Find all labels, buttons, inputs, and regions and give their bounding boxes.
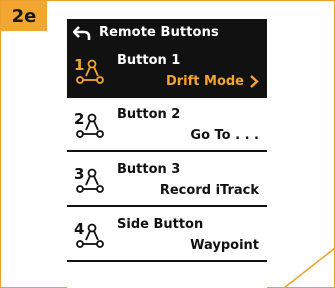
menu-item-button-3[interactable]: 3 Button 3 Record iTrack [67, 155, 267, 207]
chevron-right-icon [250, 75, 259, 88]
row-divider [67, 205, 267, 207]
button-assignment: Go To . . . [190, 128, 259, 143]
button-assignment-label: Drift Mode [165, 74, 244, 89]
button-assignment: Waypoint [190, 238, 259, 253]
button-assignment: Drift Mode [166, 74, 259, 89]
back-arrow-icon[interactable] [73, 25, 91, 41]
remote-button-glyph [76, 59, 104, 84]
menu-item-side-button[interactable]: 4 Side Button Waypoint [67, 210, 267, 262]
menu-item-button-1[interactable]: 1 Button 1 Drift Mode [67, 46, 267, 98]
row-divider [67, 260, 267, 262]
button-name: Side Button [117, 217, 204, 232]
remote-button-icon: 4 [74, 220, 106, 254]
remote-button-icon: 1 [74, 56, 106, 90]
button-assignment: Record iTrack [159, 183, 259, 198]
menu-item-button-2[interactable]: 2 Button 2 Go To . . . [67, 100, 267, 152]
remote-buttons-menu: Remote Buttons 1 Button 1 Drift Mode 2 B… [67, 19, 267, 288]
step-tag: 2e [1, 1, 47, 31]
remote-button-icon: 2 [74, 110, 106, 144]
row-divider [67, 150, 267, 152]
remote-button-glyph [76, 113, 104, 138]
button-name: Button 3 [117, 162, 181, 177]
button-name: Button 1 [117, 53, 181, 68]
button-name: Button 2 [117, 107, 181, 122]
remote-button-icon: 3 [74, 165, 106, 199]
menu-title: Remote Buttons [99, 25, 219, 40]
remote-button-glyph [76, 168, 104, 193]
remote-button-glyph [76, 223, 104, 248]
menu-header: Remote Buttons [67, 19, 267, 46]
